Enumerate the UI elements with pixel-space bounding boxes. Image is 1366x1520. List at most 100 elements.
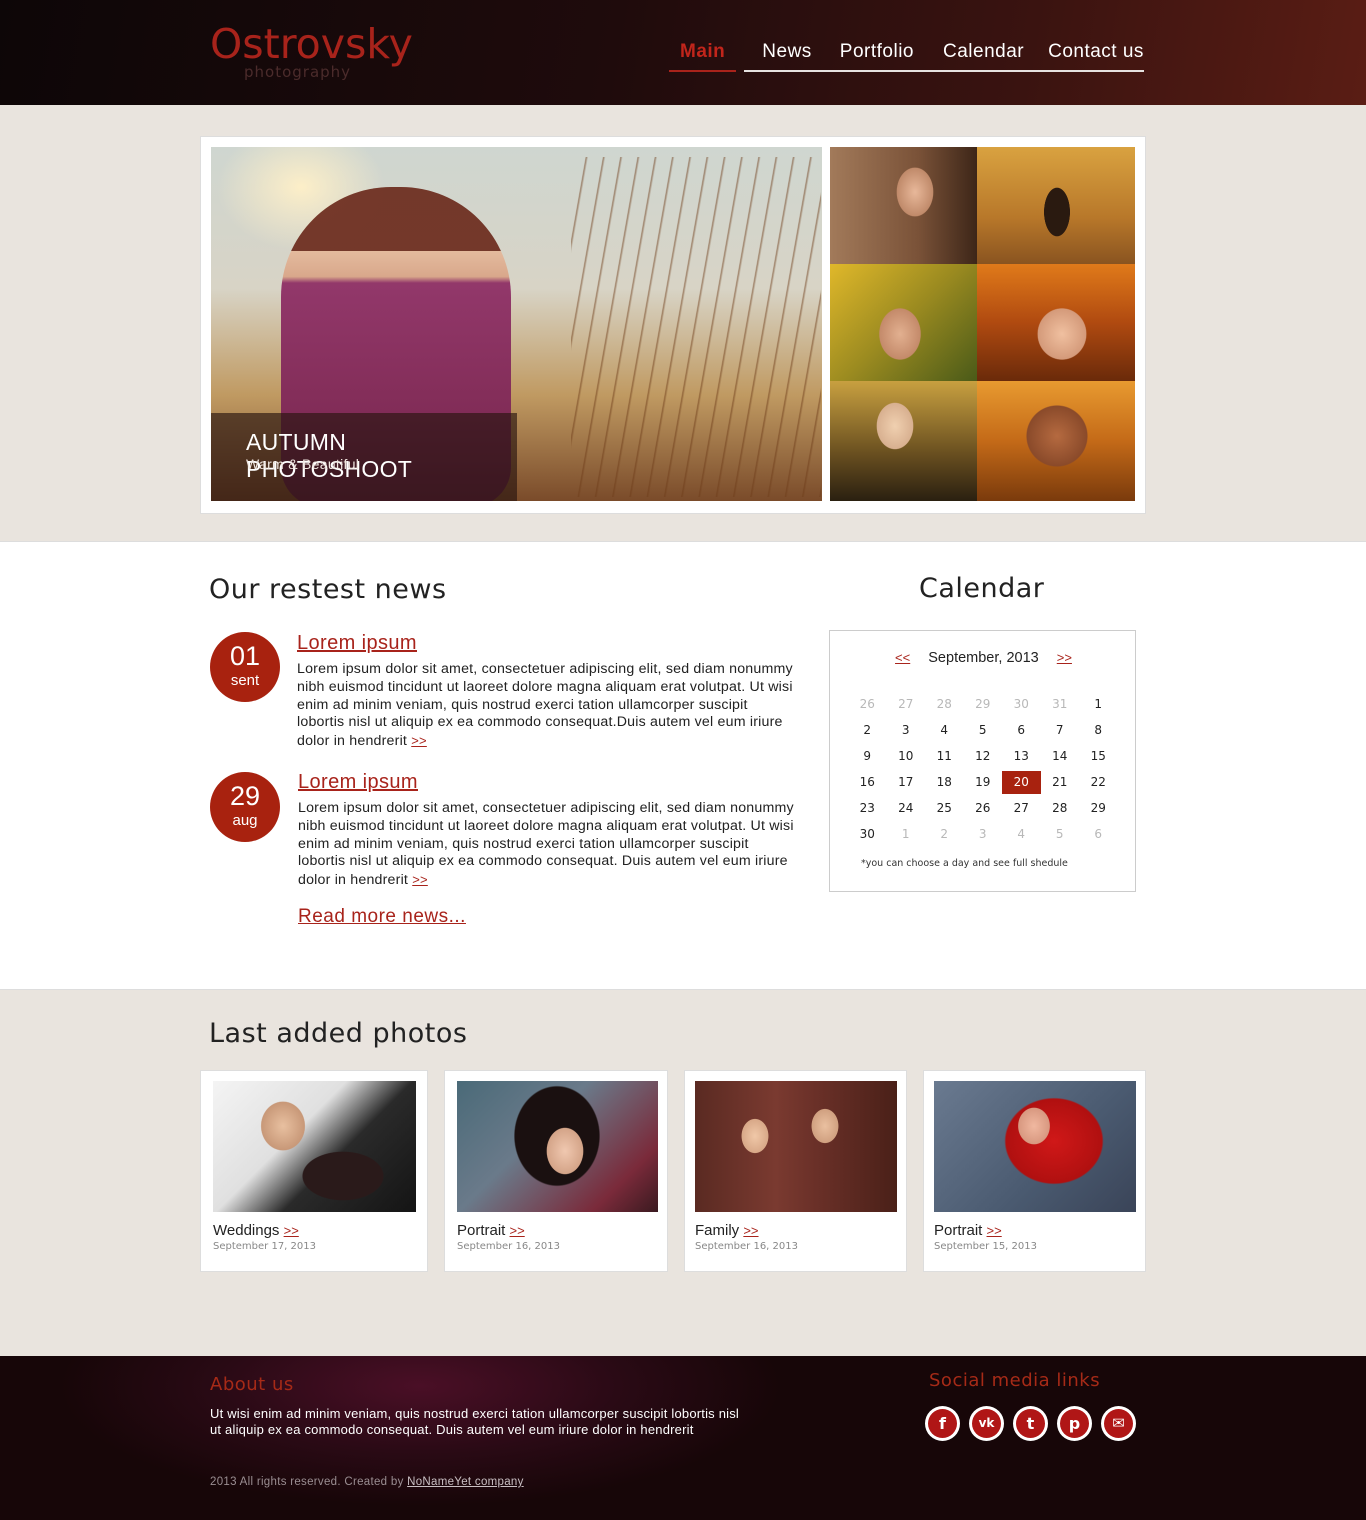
calendar-week: 26 27 28 29 30 31 1 (848, 693, 1118, 719)
nav-item-portfolio[interactable]: Portfolio (827, 38, 928, 72)
news-month: aug (232, 812, 258, 829)
hero-thumb-5[interactable] (830, 381, 977, 501)
logo-tagline: photography (244, 63, 352, 81)
news-day: 01 (229, 641, 261, 671)
calendar-day[interactable]: 19 (964, 771, 1003, 797)
calendar-day[interactable]: 14 (1041, 745, 1080, 771)
social-heading: Social media links (929, 1370, 1101, 1391)
mail-icon[interactable]: ✉ (1101, 1406, 1136, 1441)
calendar-day[interactable]: 23 (848, 797, 887, 823)
calendar-day[interactable]: 26 (964, 797, 1003, 823)
calendar-day[interactable]: 17 (887, 771, 926, 797)
calendar-day[interactable]: 29 (1079, 797, 1118, 823)
news-body: Lorem ipsum dolor sit amet, consectetuer… (297, 661, 797, 751)
calendar-day[interactable]: 24 (887, 797, 926, 823)
calendar-day[interactable]: 27 (887, 693, 926, 719)
twitter-glyph: t (1016, 1409, 1045, 1438)
vk-icon[interactable]: vk (969, 1406, 1004, 1441)
site-header: Ostrovsky photography Main News Portfoli… (0, 0, 1366, 105)
photo-card[interactable]: Weddings >> September 17, 2013 (200, 1070, 428, 1272)
twitter-icon[interactable]: t (1013, 1406, 1048, 1441)
hero-main-photo[interactable]: AUTUMN PHOTOSHOOT Warm & Beautiful (211, 147, 822, 501)
calendar-day[interactable]: 4 (925, 719, 964, 745)
calendar-day[interactable]: 18 (925, 771, 964, 797)
calendar-day[interactable]: 30 (1002, 693, 1041, 719)
hero-caption: AUTUMN PHOTOSHOOT Warm & Beautiful (211, 413, 517, 501)
calendar-day[interactable]: 5 (964, 719, 1003, 745)
photo-family (695, 1081, 897, 1212)
calendar-day[interactable]: 4 (1002, 823, 1041, 849)
hero-thumb-1[interactable] (830, 147, 977, 264)
photo-more-link[interactable]: >> (743, 1223, 758, 1238)
photo-card[interactable]: Family >> September 16, 2013 (684, 1070, 907, 1272)
calendar-day[interactable]: 12 (964, 745, 1003, 771)
hero-thumb-4[interactable] (977, 264, 1135, 381)
calendar-widget: << September, 2013 >> 26 27 28 29 30 31 1 2 3 4 5 6… (829, 630, 1136, 892)
facebook-icon[interactable]: f (925, 1406, 960, 1441)
nav-item-news[interactable]: News (744, 38, 828, 72)
hero-thumb-6[interactable] (977, 381, 1135, 501)
calendar-day[interactable]: 1 (1079, 693, 1118, 719)
calendar-day[interactable]: 28 (925, 693, 964, 719)
creator-link[interactable]: NoNameYet company (407, 1476, 524, 1488)
news-more-link[interactable]: >> (411, 733, 427, 748)
photo-card[interactable]: Portrait >> September 15, 2013 (923, 1070, 1146, 1272)
calendar-day[interactable]: 21 (1041, 771, 1080, 797)
logo-name: Ostrovsky (210, 20, 413, 68)
hero-thumb-3[interactable] (830, 264, 977, 381)
nav-item-contact[interactable]: Contact us (1036, 38, 1144, 72)
calendar-month-label: September, 2013 (928, 650, 1039, 666)
calendar-day[interactable]: 6 (1002, 719, 1041, 745)
calendar-day[interactable]: 28 (1041, 797, 1080, 823)
calendar-day[interactable]: 30 (848, 823, 887, 849)
nav-item-calendar[interactable]: Calendar (928, 38, 1037, 72)
hero-slider: AUTUMN PHOTOSHOOT Warm & Beautiful (200, 136, 1146, 514)
news-more-link[interactable]: >> (412, 872, 428, 887)
pinterest-icon[interactable]: p (1057, 1406, 1092, 1441)
calendar-day[interactable]: 2 (925, 823, 964, 849)
nav-item-main[interactable]: Main (669, 38, 737, 72)
news-section (0, 541, 1366, 990)
calendar-day-selected[interactable]: 20 (1002, 771, 1041, 794)
pinterest-glyph: p (1060, 1409, 1089, 1438)
calendar-day[interactable]: 13 (1002, 745, 1041, 771)
hero-thumb-2[interactable] (977, 147, 1135, 264)
photo-category: Family >> (695, 1222, 759, 1239)
calendar-week: 30 1 2 3 4 5 6 (848, 823, 1118, 849)
calendar-day[interactable]: 11 (925, 745, 964, 771)
news-title-link[interactable]: Lorem ipsum (298, 771, 418, 794)
calendar-day[interactable]: 2 (848, 719, 887, 745)
calendar-day[interactable]: 15 (1079, 745, 1118, 771)
photos-heading: Last added photos (209, 1018, 468, 1049)
photo-category-label: Portrait (934, 1222, 983, 1239)
calendar-day[interactable]: 25 (925, 797, 964, 823)
news-text: Lorem ipsum dolor sit amet, consectetuer… (298, 800, 794, 889)
calendar-day[interactable]: 10 (887, 745, 926, 771)
calendar-day[interactable]: 29 (964, 693, 1003, 719)
calendar-day[interactable]: 1 (887, 823, 926, 849)
calendar-day[interactable]: 3 (964, 823, 1003, 849)
calendar-day[interactable]: 31 (1041, 693, 1080, 719)
calendar-day[interactable]: 7 (1041, 719, 1080, 745)
calendar-day[interactable]: 5 (1041, 823, 1080, 849)
calendar-day[interactable]: 6 (1079, 823, 1118, 849)
calendar-week: 9 10 11 12 13 14 15 (848, 745, 1118, 771)
calendar-day[interactable]: 22 (1079, 771, 1118, 797)
read-more-news-link[interactable]: Read more news... (298, 906, 466, 928)
calendar-day[interactable]: 3 (887, 719, 926, 745)
calendar-next-button[interactable]: >> (1057, 650, 1072, 665)
calendar-day[interactable]: 27 (1002, 797, 1041, 823)
calendar-day[interactable]: 9 (848, 745, 887, 771)
photo-more-link[interactable]: >> (284, 1223, 299, 1238)
calendar-day[interactable]: 26 (848, 693, 887, 719)
photo-more-link[interactable]: >> (510, 1223, 525, 1238)
calendar-prev-button[interactable]: << (895, 650, 910, 665)
news-date-badge: 29 aug (210, 772, 280, 842)
calendar-day[interactable]: 8 (1079, 719, 1118, 745)
logo[interactable]: Ostrovsky photography (210, 20, 413, 81)
calendar-day[interactable]: 16 (848, 771, 887, 797)
photo-more-link[interactable]: >> (987, 1223, 1002, 1238)
news-title-link[interactable]: Lorem ipsum (297, 632, 417, 655)
about-heading: About us (210, 1374, 294, 1395)
photo-card[interactable]: Portrait >> September 16, 2013 (444, 1070, 668, 1272)
